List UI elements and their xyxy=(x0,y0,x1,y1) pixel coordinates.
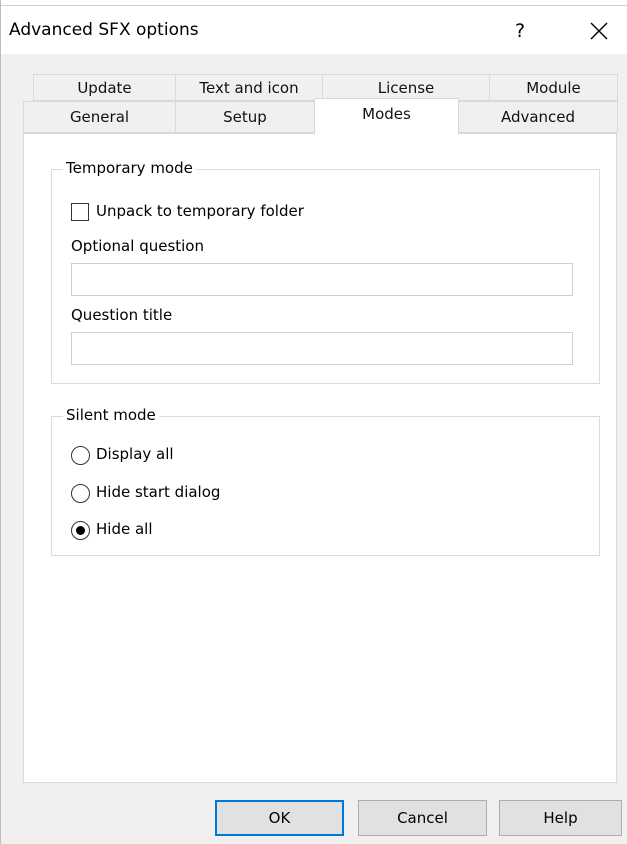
tab-license[interactable]: License xyxy=(322,74,490,101)
help-button[interactable]: Help xyxy=(499,800,622,836)
silent-mode-group: Silent mode Display all Hide start dialo… xyxy=(51,406,600,556)
tab-module[interactable]: Module xyxy=(489,74,618,101)
silent-mode-legend: Silent mode xyxy=(63,406,159,424)
temporary-mode-group: Temporary mode Unpack to temporary folde… xyxy=(51,159,600,384)
optional-question-input[interactable] xyxy=(71,263,573,296)
close-icon xyxy=(590,22,608,40)
question-title-input[interactable] xyxy=(71,332,573,365)
radio-circle-selected[interactable] xyxy=(71,521,90,540)
optional-question-label: Optional question xyxy=(71,237,204,255)
radio-hide-start-dialog-label: Hide start dialog xyxy=(96,483,221,501)
cancel-button[interactable]: Cancel xyxy=(358,800,487,836)
radio-circle[interactable] xyxy=(71,484,90,503)
radio-selected-dot xyxy=(76,526,85,535)
question-title-label: Question title xyxy=(71,306,173,324)
close-button[interactable] xyxy=(576,12,622,50)
tab-general[interactable]: General xyxy=(23,101,176,133)
unpack-to-temp-label: Unpack to temporary folder xyxy=(96,202,304,220)
checkbox-box[interactable] xyxy=(71,203,89,221)
window-title: Advanced SFX options xyxy=(9,20,199,40)
tab-update[interactable]: Update xyxy=(33,74,176,101)
title-bar[interactable]: Advanced SFX options ? xyxy=(1,6,627,54)
tab-modes[interactable]: Modes xyxy=(314,98,459,135)
radio-display-all-label: Display all xyxy=(96,445,174,463)
temporary-mode-legend: Temporary mode xyxy=(63,159,196,177)
advanced-sfx-dialog: Advanced SFX options ? Update Text and i… xyxy=(0,0,627,844)
tab-advanced[interactable]: Advanced xyxy=(458,101,618,133)
radio-hide-all-label: Hide all xyxy=(96,520,153,538)
tab-text-and-icon[interactable]: Text and icon xyxy=(175,74,323,101)
ok-button[interactable]: OK xyxy=(215,800,344,836)
help-icon[interactable]: ? xyxy=(499,12,541,50)
modes-tab-panel: Temporary mode Unpack to temporary folde… xyxy=(23,133,617,783)
radio-circle[interactable] xyxy=(71,446,90,465)
tab-setup[interactable]: Setup xyxy=(175,101,315,133)
